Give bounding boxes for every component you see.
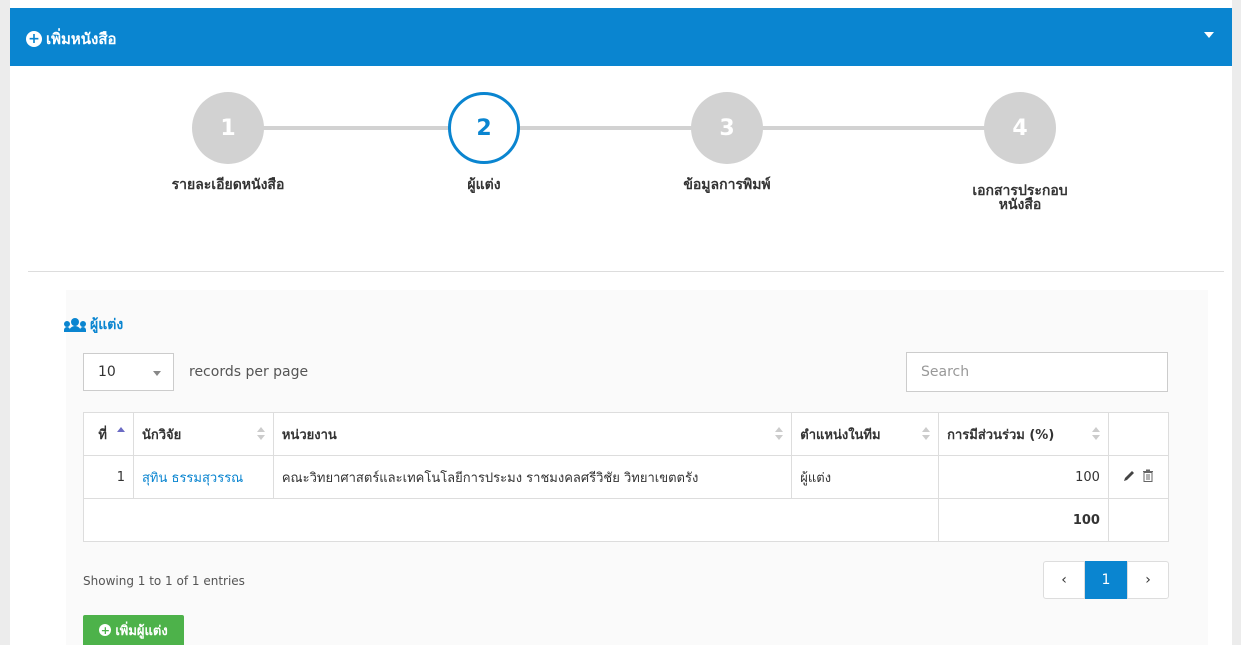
left-gutter — [0, 0, 10, 645]
column-header-role[interactable]: ตำแหน่งในทีม — [791, 412, 940, 456]
total-spacer — [82, 498, 940, 542]
sort-icon — [1091, 427, 1100, 441]
search-input[interactable] — [906, 352, 1168, 392]
wizard-progress-line — [228, 126, 1028, 130]
step-4-label-line2: หนังสือ — [998, 197, 1042, 213]
users-icon — [64, 318, 86, 332]
step-2-circle[interactable]: 2 — [448, 92, 520, 164]
total-actions-spacer — [1107, 498, 1170, 542]
step-4-label[interactable]: เอกสารประกอบ หนังสือ — [940, 184, 1100, 212]
step-4-label-line1: เอกสารประกอบ — [972, 183, 1068, 199]
trash-icon[interactable] — [1142, 469, 1154, 486]
authors-table: ที่ นักวิจัย หน่วยงาน ตำแหน่งในทีม การมี… — [82, 412, 1170, 542]
records-per-page-select[interactable]: 10 — [83, 353, 174, 391]
cell-role: ผู้แต่ง — [791, 455, 940, 499]
table-row: 1 สุทิน ธรรมสุวรรณ คณะวิทยาศาสตร์และเทคโ… — [83, 455, 1170, 499]
plus-circle-icon: + — [99, 623, 112, 637]
column-header-researcher[interactable]: นักวิจัย — [132, 412, 274, 456]
cell-percent: 100 — [938, 455, 1109, 499]
cell-no: 1 — [83, 455, 134, 499]
pagination-page-1[interactable]: 1 — [1085, 561, 1127, 599]
add-author-button-label: เพิ่มผู้แต่ง — [115, 623, 168, 639]
panel-header[interactable]: + เพิ่มหนังสือ — [10, 8, 1232, 66]
step-1-label[interactable]: รายละเอียดหนังสือ — [128, 178, 328, 192]
column-header-actions — [1107, 412, 1170, 456]
authors-box-title-text: ผู้แต่ง — [90, 317, 124, 333]
step-3-circle[interactable]: 3 — [691, 92, 763, 164]
panel-title: + เพิ่มหนังสือ — [26, 27, 117, 51]
pencil-icon[interactable] — [1123, 469, 1136, 486]
chevron-down-icon — [153, 371, 161, 376]
authors-box-title: ผู้แต่ง — [64, 314, 123, 336]
cell-department: คณะวิทยาศาสตร์และเทคโนโลยีการประมง ราชมง… — [272, 455, 793, 499]
step-4-circle[interactable]: 4 — [984, 92, 1056, 164]
records-per-page-value: 10 — [98, 364, 116, 380]
right-gutter — [1232, 0, 1241, 645]
step-1-circle[interactable]: 1 — [192, 92, 264, 164]
column-header-percent[interactable]: การมีส่วนร่วม (%) — [938, 412, 1109, 456]
column-header-department-label: หน่วยงาน — [281, 427, 337, 443]
column-header-role-label: ตำแหน่งในทีม — [800, 427, 881, 443]
column-header-no-label: ที่ — [98, 427, 107, 443]
section-divider — [28, 271, 1224, 272]
total-percent: 100 — [938, 498, 1109, 542]
sort-icon — [256, 427, 265, 441]
column-header-percent-label: การมีส่วนร่วม (%) — [947, 427, 1055, 443]
researcher-link[interactable]: สุทิน ธรรมสุวรรณ — [142, 471, 243, 486]
table-total-row: 100 — [82, 498, 1170, 542]
column-header-department[interactable]: หน่วยงาน — [272, 412, 793, 456]
sort-icon — [922, 427, 931, 441]
plus-circle-icon: + — [26, 31, 42, 47]
pagination-prev[interactable]: ‹ — [1043, 561, 1085, 599]
cell-researcher: สุทิน ธรรมสุวรรณ — [132, 455, 274, 499]
panel-title-text: เพิ่มหนังสือ — [46, 30, 117, 48]
cell-actions — [1107, 455, 1170, 499]
pagination-next[interactable]: › — [1127, 561, 1169, 599]
step-3-label[interactable]: ข้อมูลการพิมพ์ — [637, 178, 817, 192]
step-2-label[interactable]: ผู้แต่ง — [424, 178, 544, 192]
sort-icon — [775, 427, 784, 441]
table-header-row: ที่ นักวิจัย หน่วยงาน ตำแหน่งในทีม การมี… — [83, 412, 1170, 456]
add-author-button[interactable]: + เพิ่มผู้แต่ง — [83, 615, 184, 645]
pagination: ‹ 1 › — [1043, 561, 1169, 599]
column-header-no[interactable]: ที่ — [83, 412, 134, 456]
table-info: Showing 1 to 1 of 1 entries — [83, 574, 245, 588]
collapse-caret-icon[interactable] — [1204, 32, 1214, 38]
column-header-researcher-label: นักวิจัย — [141, 427, 182, 443]
records-per-page-label: records per page — [189, 364, 309, 380]
sort-icon — [116, 427, 125, 441]
